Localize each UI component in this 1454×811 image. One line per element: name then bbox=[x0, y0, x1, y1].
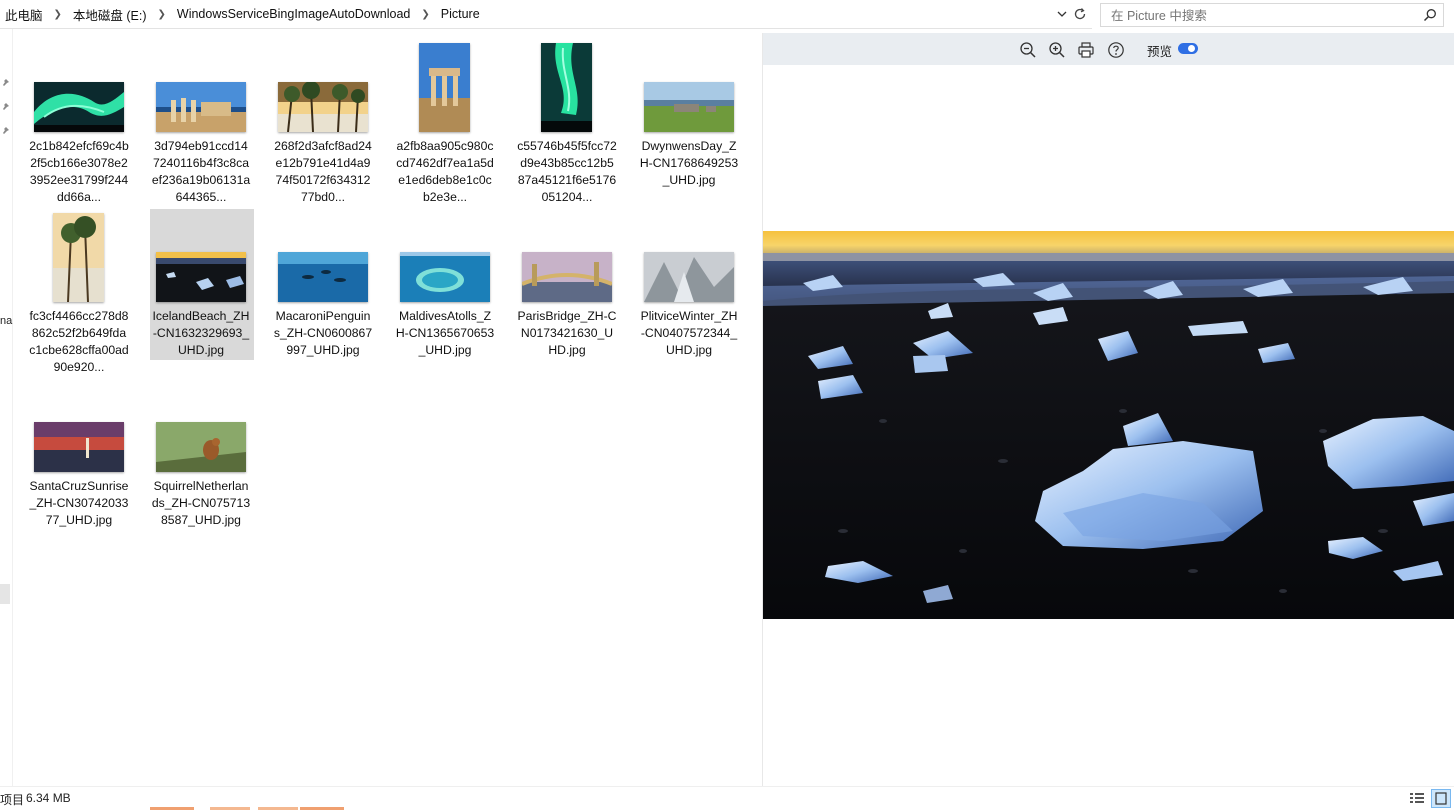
file-item[interactable]: SantaCruzSunrise_ZH-CN3074203377_UHD.jpg bbox=[25, 376, 133, 529]
file-name: c55746b45f5fcc72d9e43b85cc12b587a45121f6… bbox=[517, 139, 617, 204]
file-name: ParisBridge_ZH-CN0173421630_UHD.jpg bbox=[517, 309, 617, 357]
pin-icon bbox=[3, 79, 9, 86]
refresh-icon[interactable] bbox=[1072, 6, 1088, 22]
breadcrumb-this-pc[interactable]: 此电脑 bbox=[2, 5, 46, 24]
chevron-right-icon[interactable]: ❯ bbox=[150, 9, 174, 20]
breadcrumb-current[interactable]: Picture bbox=[438, 7, 483, 21]
large-icons-view-icon[interactable] bbox=[1431, 789, 1451, 808]
preview-toolbar: 预览 bbox=[763, 33, 1454, 65]
item-count-label: 项目 bbox=[0, 793, 25, 807]
preview-toggle[interactable] bbox=[1178, 43, 1198, 54]
aurora-thumbnail bbox=[34, 82, 124, 132]
file-name: a2fb8aa905c980ccd7462df7ea1a5de1ed6deb8e… bbox=[396, 139, 494, 204]
file-grid[interactable]: 2c1b842efcf69c4b2f5cb166e3078e23952ee317… bbox=[20, 36, 760, 776]
details-view-icon[interactable] bbox=[1409, 791, 1425, 805]
file-item[interactable]: MacaroniPenguins_ZH-CN0600867997_UHD.jpg bbox=[269, 206, 377, 359]
nav-item-label[interactable]: na bbox=[0, 315, 12, 327]
file-item[interactable]: fc3cf4466cc278d8862c52f2b649fdac1cbe628c… bbox=[25, 206, 133, 376]
preview-pane: 预览 bbox=[763, 33, 1454, 790]
search-box[interactable] bbox=[1100, 3, 1444, 27]
file-item[interactable]: 2c1b842efcf69c4b2f5cb166e3078e23952ee317… bbox=[25, 36, 133, 206]
pin-icon bbox=[3, 103, 9, 110]
file-name: 3d794eb91ccd147240116b4f3c8caef236a19b06… bbox=[151, 139, 251, 204]
file-name: 2c1b842efcf69c4b2f5cb166e3078e23952ee317… bbox=[29, 139, 129, 204]
coastal-ruins-thumbnail bbox=[644, 82, 734, 132]
search-icon[interactable] bbox=[1423, 8, 1437, 22]
paris-bridge-thumbnail bbox=[522, 252, 612, 302]
iceland-beach-preview bbox=[763, 231, 1454, 619]
file-item-selected[interactable]: IcelandBeach_ZH-CN1632329693_UHD.jpg bbox=[147, 206, 255, 359]
file-name: fc3cf4466cc278d8862c52f2b649fdac1cbe628c… bbox=[29, 309, 129, 374]
file-item[interactable]: PlitviceWinter_ZH-CN0407572344_UHD.jpg bbox=[635, 206, 743, 359]
ruins-coast-thumbnail bbox=[156, 82, 246, 132]
ice-beach-thumbnail bbox=[156, 252, 246, 302]
file-item[interactable]: 3d794eb91ccd147240116b4f3c8caef236a19b06… bbox=[147, 36, 255, 206]
breadcrumb: 此电脑 ❯ 本地磁盘 (E:) ❯ WindowsServiceBingImag… bbox=[2, 5, 483, 24]
chevron-down-icon[interactable] bbox=[1056, 7, 1068, 21]
file-item[interactable]: ParisBridge_ZH-CN0173421630_UHD.jpg bbox=[513, 206, 621, 359]
search-input[interactable] bbox=[1109, 7, 1413, 25]
help-icon[interactable] bbox=[1107, 41, 1125, 59]
print-icon[interactable] bbox=[1077, 41, 1095, 59]
nav-item-selected[interactable] bbox=[0, 584, 10, 604]
pin-icon bbox=[3, 127, 9, 134]
palm-beach-thumbnail bbox=[278, 82, 368, 132]
chevron-right-icon[interactable]: ❯ bbox=[413, 9, 437, 20]
preview-toggle-label: 预览 bbox=[1147, 45, 1173, 59]
file-item[interactable]: 268f2d3afcf8ad24e12b791e41d4a974f50172f6… bbox=[269, 36, 377, 206]
chevron-right-icon[interactable]: ❯ bbox=[46, 9, 70, 20]
frozen-falls-thumbnail bbox=[644, 252, 734, 302]
navigation-pane[interactable]: na bbox=[0, 29, 13, 789]
file-name: SquirrelNetherlands_ZH-CN0757138587_UHD.… bbox=[151, 479, 251, 527]
aurora-portrait-thumbnail bbox=[541, 43, 592, 132]
file-item[interactable]: a2fb8aa905c980ccd7462df7ea1a5de1ed6deb8e… bbox=[391, 36, 499, 206]
file-name: DwynwensDay_ZH-CN1768649253_UHD.jpg bbox=[639, 139, 739, 187]
file-name: PlitviceWinter_ZH-CN0407572344_UHD.jpg bbox=[640, 309, 738, 357]
sunrise-lighthouse-thumbnail bbox=[34, 422, 124, 472]
temple-columns-thumbnail bbox=[419, 43, 470, 132]
breadcrumb-folder[interactable]: WindowsServiceBingImageAutoDownload bbox=[174, 7, 413, 21]
file-item[interactable]: c55746b45f5fcc72d9e43b85cc12b587a45121f6… bbox=[513, 36, 621, 206]
file-name: SantaCruzSunrise_ZH-CN3074203377_UHD.jpg bbox=[29, 479, 129, 527]
squirrel-thumbnail bbox=[156, 422, 246, 472]
file-name: IcelandBeach_ZH-CN1632329693_UHD.jpg bbox=[152, 309, 250, 357]
file-name: MaldivesAtolls_ZH-CN1365670653_UHD.jpg bbox=[395, 309, 495, 357]
atoll-thumbnail bbox=[400, 252, 490, 302]
file-name: 268f2d3afcf8ad24e12b791e41d4a974f50172f6… bbox=[274, 139, 372, 204]
address-bar[interactable]: 此电脑 ❯ 本地磁盘 (E:) ❯ WindowsServiceBingImag… bbox=[0, 0, 1092, 29]
file-name: MacaroniPenguins_ZH-CN0600867997_UHD.jpg bbox=[273, 309, 373, 357]
zoom-out-icon[interactable] bbox=[1019, 41, 1037, 59]
underwater-penguins-thumbnail bbox=[278, 252, 368, 302]
selection-size: 6.34 MB bbox=[26, 791, 71, 805]
file-item[interactable]: SquirrelNetherlands_ZH-CN0757138587_UHD.… bbox=[147, 376, 255, 529]
file-item[interactable]: DwynwensDay_ZH-CN1768649253_UHD.jpg bbox=[635, 36, 743, 189]
zoom-in-icon[interactable] bbox=[1048, 41, 1066, 59]
palm-portrait-thumbnail bbox=[53, 213, 104, 302]
breadcrumb-drive[interactable]: 本地磁盘 (E:) bbox=[70, 5, 150, 24]
file-item[interactable]: MaldivesAtolls_ZH-CN1365670653_UHD.jpg bbox=[391, 206, 499, 359]
